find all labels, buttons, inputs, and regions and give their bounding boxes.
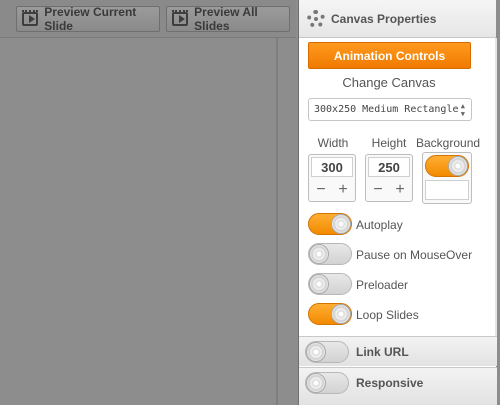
height-decrement-button[interactable]: − [368, 181, 388, 199]
panel-title: Canvas Properties [331, 11, 437, 26]
toggle-knob [306, 373, 326, 393]
toggle-knob [331, 304, 351, 324]
pause-on-mouseover-toggle[interactable] [308, 243, 352, 265]
responsive-section[interactable]: Responsive [299, 367, 497, 405]
autoplay-toggle[interactable] [308, 213, 352, 235]
toggle-knob [448, 156, 468, 176]
panel-scrollbar[interactable] [495, 38, 497, 338]
autoplay-label: Autoplay [356, 218, 403, 232]
preview-toolbar: Preview Current Slide Preview All Slides [0, 0, 296, 38]
canvas-properties-panel: Canvas Properties Animation Controls Cha… [298, 0, 497, 405]
select-arrows-icon: ▲ ▼ [460, 102, 465, 118]
link-url-label: Link URL [356, 345, 409, 359]
preview-all-slides-button[interactable]: Preview All Slides [166, 5, 290, 33]
width-label: Width [317, 136, 349, 150]
background-color-swatch[interactable] [425, 180, 469, 200]
loop-slides-label: Loop Slides [356, 308, 419, 322]
preview-current-slide-button[interactable]: Preview Current Slide [16, 5, 160, 33]
change-canvas-label: Change Canvas [342, 75, 436, 90]
responsive-label: Responsive [356, 376, 424, 390]
link-url-toggle[interactable] [305, 341, 349, 363]
toggle-knob [309, 274, 329, 294]
background-label: Background [416, 136, 481, 150]
animation-controls-button[interactable]: Animation Controls [308, 42, 471, 69]
height-stepper: 250 − + [365, 154, 413, 202]
width-decrement-button[interactable]: − [311, 181, 331, 199]
background-toggle[interactable] [425, 155, 469, 177]
panel-header[interactable]: Canvas Properties [299, 0, 496, 38]
preloader-label: Preloader [356, 278, 409, 292]
height-label: Height [371, 136, 407, 150]
film-play-icon [172, 10, 189, 26]
preview-current-slide-label: Preview Current Slide [44, 5, 137, 33]
width-stepper: 300 − + [308, 154, 356, 202]
toggle-knob [309, 244, 329, 264]
loop-slides-toggle[interactable] [308, 303, 352, 325]
preloader-toggle[interactable] [308, 273, 352, 295]
background-control [422, 152, 472, 204]
pause-on-mouseover-label: Pause on MouseOver [356, 248, 473, 262]
stage-divider[interactable] [276, 38, 278, 405]
link-url-section[interactable]: Link URL [299, 336, 497, 366]
gear-icon [307, 9, 325, 28]
width-increment-button[interactable]: + [333, 181, 353, 199]
film-play-icon [22, 10, 39, 26]
height-increment-button[interactable]: + [390, 181, 410, 199]
responsive-toggle[interactable] [305, 372, 349, 394]
height-input[interactable]: 250 [368, 157, 410, 177]
canvas-size-select[interactable]: 300x250 Medium Rectangle ▲ ▼ [308, 98, 472, 121]
width-input[interactable]: 300 [311, 157, 353, 177]
preview-all-slides-label: Preview All Slides [194, 5, 258, 33]
toggle-knob [306, 342, 326, 362]
toggle-knob [331, 214, 351, 234]
canvas-size-value: 300x250 Medium Rectangle [314, 104, 459, 115]
